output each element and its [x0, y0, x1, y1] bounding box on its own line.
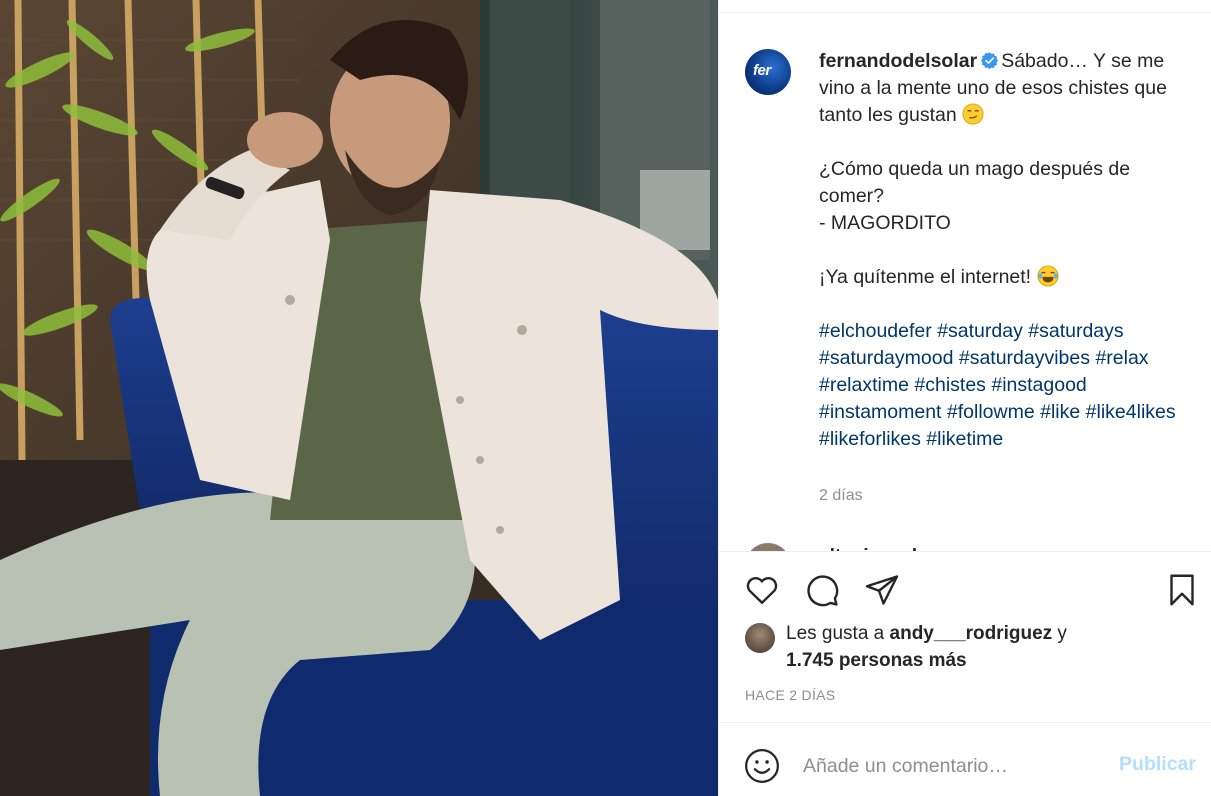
avatar-text: fer: [753, 62, 771, 79]
post-date[interactable]: HACE 2 DÍAS: [745, 687, 835, 703]
hashtag-link[interactable]: #elchoudefer: [819, 320, 932, 342]
post-photo[interactable]: [0, 0, 718, 796]
share-button[interactable]: [862, 570, 902, 610]
hashtag-link[interactable]: #followme: [947, 401, 1035, 423]
action-bar: [719, 566, 1211, 610]
post-side-panel: fer fernandodelsolar Sábado… Y se me vino…: [718, 0, 1211, 796]
smirk-emoji-icon: [962, 103, 984, 125]
paper-plane-icon: [865, 575, 899, 605]
hashtag-link[interactable]: #saturday: [937, 320, 1023, 342]
comment-icon: [807, 575, 839, 607]
hashtag-link[interactable]: #chistes: [914, 374, 986, 396]
comment-button[interactable]: [802, 570, 842, 610]
hashtag-link[interactable]: #likeforlikes: [819, 428, 921, 450]
actions-divider: [719, 551, 1211, 552]
caption-line-2: ¿Cómo queda un mago después de comer?: [819, 158, 1131, 207]
caption-line-3: - MAGORDITO: [819, 212, 951, 234]
likes-line: Les gusta a andy___rodriguez y: [786, 620, 1067, 647]
heart-icon: [746, 577, 778, 604]
post-caption: fernandodelsolar Sábado… Y se me vino a l…: [819, 48, 1189, 453]
hashtag-link[interactable]: #like: [1040, 401, 1080, 423]
hashtag-link[interactable]: #relaxtime: [819, 374, 909, 396]
hashtag-link[interactable]: #saturdaymood: [819, 347, 953, 369]
hashtag-link[interactable]: #liketime: [926, 428, 1003, 450]
liked-by-username[interactable]: andy___rodriguez: [890, 623, 1053, 644]
caption-line-4: ¡Ya quítenme el internet!: [819, 266, 1032, 288]
author-avatar[interactable]: fer: [745, 49, 791, 95]
hashtag-link[interactable]: #relax: [1095, 347, 1148, 369]
hashtag-link[interactable]: #instamoment: [819, 401, 941, 423]
hashtag-link[interactable]: #instagood: [991, 374, 1086, 396]
bookmark-icon: [1170, 574, 1194, 606]
like-button[interactable]: [742, 570, 782, 610]
likes-conjunction: y: [1057, 623, 1067, 644]
caption-scroll-area[interactable]: fer fernandodelsolar Sábado… Y se me vino…: [719, 13, 1211, 551]
comment-form: Publicar: [719, 722, 1211, 796]
author-username[interactable]: fernandodelsolar: [819, 50, 977, 72]
verified-badge-icon: [981, 52, 999, 69]
commenter-avatar[interactable]: [745, 543, 791, 551]
save-button[interactable]: [1162, 570, 1202, 610]
hashtag-list: #elchoudefer #saturday #saturdays #satur…: [819, 318, 1189, 453]
photo-illustration: [0, 0, 718, 796]
smiley-icon[interactable]: [743, 747, 781, 785]
hashtag-link[interactable]: #like4likes: [1086, 401, 1176, 423]
hashtag-link[interactable]: #saturdayvibes: [959, 347, 1090, 369]
comment-item: eltoxicoach ...: [745, 543, 1195, 551]
liker-avatar[interactable]: [745, 623, 775, 653]
publish-button[interactable]: Publicar: [1119, 753, 1196, 776]
caption-timestamp[interactable]: 2 días: [819, 487, 863, 505]
likes-prefix: Les gusta a: [786, 623, 885, 644]
comment-input[interactable]: [803, 749, 1103, 783]
likes-count-link[interactable]: 1.745 personas más: [786, 647, 967, 674]
likes-summary: Les gusta a andy___rodriguez y 1.745 per…: [745, 620, 1195, 674]
hashtag-link[interactable]: #saturdays: [1028, 320, 1123, 342]
tears-of-joy-emoji-icon: [1036, 265, 1059, 287]
